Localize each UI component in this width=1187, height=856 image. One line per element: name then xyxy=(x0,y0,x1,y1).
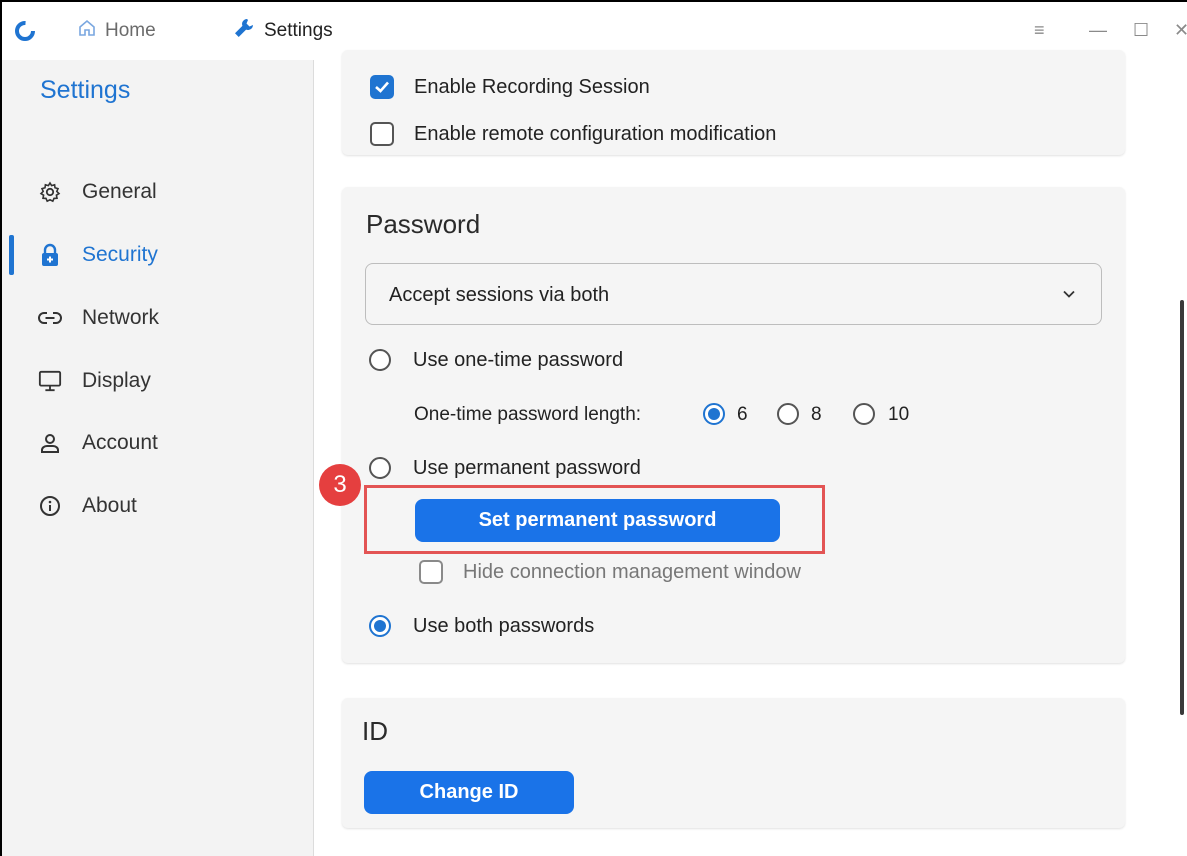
enable-recording-checkbox[interactable] xyxy=(370,75,394,99)
close-icon[interactable]: ✕ xyxy=(1174,20,1187,41)
one-time-password-radio[interactable] xyxy=(369,349,391,371)
otp-length-10-radio[interactable] xyxy=(853,403,875,425)
sidebar-item-label: Display xyxy=(82,369,151,392)
otp-length-8-label: 8 xyxy=(811,404,822,425)
user-icon xyxy=(38,431,62,455)
monitor-icon xyxy=(38,369,62,393)
one-time-password-label: Use one-time password xyxy=(413,349,624,371)
tab-settings[interactable]: Settings xyxy=(232,16,333,46)
password-section-title: Password xyxy=(366,209,481,239)
info-icon xyxy=(38,494,62,518)
sidebar-item-label: Network xyxy=(82,306,160,329)
both-passwords-radio[interactable] xyxy=(369,615,391,637)
active-indicator xyxy=(9,235,14,275)
sidebar-item-security[interactable]: Security xyxy=(2,233,314,277)
enable-recording-label: Enable Recording Session xyxy=(414,76,650,98)
otp-length-6-label: 6 xyxy=(737,404,748,425)
permanent-password-radio[interactable] xyxy=(369,457,391,479)
gear-icon xyxy=(38,180,62,204)
sidebar-item-general[interactable]: General xyxy=(2,170,314,214)
scrollbar[interactable] xyxy=(1180,300,1184,715)
change-id-button[interactable]: Change ID xyxy=(364,771,574,814)
highlight-box xyxy=(364,485,825,554)
hide-cm-window-checkbox[interactable] xyxy=(419,560,443,584)
id-card: ID Change ID xyxy=(342,698,1125,828)
accept-sessions-select[interactable]: Accept sessions via both xyxy=(365,263,1102,325)
link-icon xyxy=(38,306,62,330)
sidebar-item-network[interactable]: Network xyxy=(2,296,314,340)
enable-remote-config-label: Enable remote configuration modification xyxy=(414,123,777,145)
permanent-password-label: Use permanent password xyxy=(413,457,641,479)
maximize-icon[interactable]: ☐ xyxy=(1133,20,1149,41)
password-card: Password Accept sessions via both Use on… xyxy=(342,187,1125,663)
id-section-title: ID xyxy=(362,716,388,746)
both-passwords-label: Use both passwords xyxy=(413,615,595,637)
minimize-icon[interactable]: — xyxy=(1089,20,1107,41)
sidebar-item-display[interactable]: Display xyxy=(2,359,314,403)
enable-remote-config-checkbox[interactable] xyxy=(370,122,394,146)
otp-length-8-radio[interactable] xyxy=(777,403,799,425)
sidebar-item-about[interactable]: About xyxy=(2,484,314,528)
otp-length-6-radio[interactable] xyxy=(703,403,725,425)
sidebar-title: Settings xyxy=(40,76,131,104)
settings-content: Enable Recording Session Enable remote c… xyxy=(315,50,1187,856)
tab-settings-label: Settings xyxy=(264,20,333,41)
menu-icon[interactable]: ≡ xyxy=(1034,20,1045,41)
wrench-icon xyxy=(232,16,256,46)
sidebar: Settings General Security Network Displa… xyxy=(2,60,314,856)
accept-sessions-value: Accept sessions via both xyxy=(389,284,610,306)
sidebar-item-account[interactable]: Account xyxy=(2,421,314,465)
sidebar-item-label: Account xyxy=(82,431,158,454)
permissions-card: Enable Recording Session Enable remote c… xyxy=(342,50,1125,155)
sidebar-item-label: About xyxy=(82,494,137,517)
hide-cm-window-label: Hide connection management window xyxy=(463,561,801,583)
otp-length-label: One-time password length: xyxy=(414,404,642,425)
sidebar-item-label: General xyxy=(82,180,157,203)
home-icon xyxy=(77,18,97,44)
lock-icon xyxy=(38,243,62,267)
tab-home-label: Home xyxy=(105,20,156,41)
chevron-down-icon xyxy=(1061,286,1077,302)
otp-length-10-label: 10 xyxy=(888,404,910,425)
step-badge: 3 xyxy=(319,464,361,506)
sidebar-item-label: Security xyxy=(82,243,158,266)
tab-home[interactable]: Home xyxy=(77,18,156,44)
app-logo-icon xyxy=(14,20,36,42)
